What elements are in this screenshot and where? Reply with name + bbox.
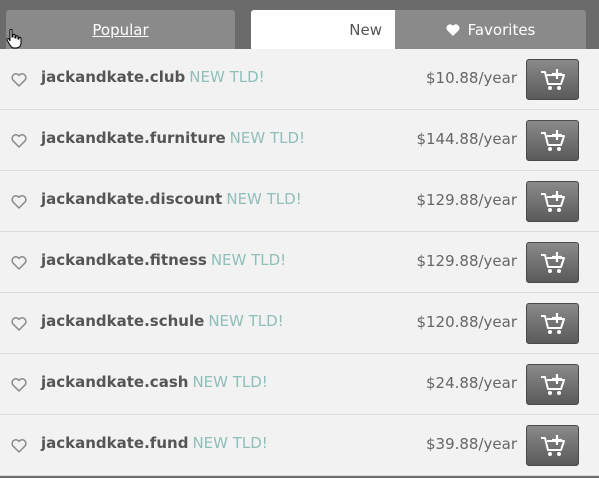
domain-name-text: jackandkate.fund NEW TLD! xyxy=(41,434,268,452)
domain-price: $120.88/year xyxy=(416,313,517,331)
domain-price: $24.88/year xyxy=(425,374,517,392)
add-to-cart-button[interactable] xyxy=(526,425,579,466)
domain-name: jackandkate.schule xyxy=(41,312,205,330)
tab-new-label: New xyxy=(349,20,382,39)
add-to-cart-icon xyxy=(540,251,565,273)
tab-popular-label: Popular xyxy=(92,20,149,39)
domain-name: jackandkate.fund xyxy=(41,434,189,452)
heart-outline-icon[interactable] xyxy=(11,378,27,392)
heart-outline-icon[interactable] xyxy=(11,439,27,453)
domain-row: jackandkate.discount NEW TLD! $129.88/yea… xyxy=(0,171,599,232)
domain-name: jackandkate.fitness xyxy=(41,251,207,269)
add-to-cart-button[interactable] xyxy=(526,242,579,283)
domain-price: $39.88/year xyxy=(425,435,517,453)
domain-row: jackandkate.fund NEW TLD! $39.88/year xyxy=(0,415,599,476)
domain-row: jackandkate.club NEW TLD! $10.88/year xyxy=(0,49,599,110)
tab-popular[interactable]: Popular xyxy=(6,10,235,49)
new-tld-tag: NEW TLD! xyxy=(208,312,284,330)
add-to-cart-button[interactable] xyxy=(526,181,579,222)
add-to-cart-icon xyxy=(540,129,565,151)
add-to-cart-icon xyxy=(540,190,565,212)
domain-row: jackandkate.fitness NEW TLD! $129.88/year xyxy=(0,232,599,293)
domain-name: jackandkate.discount xyxy=(41,190,223,208)
domain-price: $129.88/year xyxy=(416,252,517,270)
heart-outline-icon[interactable] xyxy=(11,73,27,87)
domain-row: jackandkate.furniture NEW TLD! $144.88/ye… xyxy=(0,110,599,171)
heart-icon xyxy=(446,23,460,36)
tab-favorites[interactable]: Favorites xyxy=(395,10,586,49)
new-tld-tag: NEW TLD! xyxy=(189,68,265,86)
domain-name-text: jackandkate.schule NEW TLD! xyxy=(41,312,284,330)
add-to-cart-icon xyxy=(540,312,565,334)
domain-row: jackandkate.schule NEW TLD! $120.88/year xyxy=(0,293,599,354)
add-to-cart-icon xyxy=(540,373,565,395)
domain-name-text: jackandkate.cash NEW TLD! xyxy=(41,373,268,391)
new-tld-tag: NEW TLD! xyxy=(226,190,302,208)
domain-name: jackandkate.furniture xyxy=(41,129,226,147)
heart-outline-icon[interactable] xyxy=(11,134,27,148)
domain-price: $129.88/year xyxy=(416,191,517,209)
domain-price: $10.88/year xyxy=(425,69,517,87)
tab-favorites-label: Favorites xyxy=(467,20,536,39)
domain-name-text: jackandkate.club NEW TLD! xyxy=(41,68,265,86)
domain-price: $144.88/year xyxy=(416,130,517,148)
new-tld-tag: NEW TLD! xyxy=(192,373,268,391)
domain-list: jackandkate.club NEW TLD! $10.88/year jac… xyxy=(0,49,599,476)
new-tld-tag: NEW TLD! xyxy=(229,129,306,147)
domain-name-text: jackandkate.discount NEW TLD! xyxy=(41,190,302,208)
add-to-cart-button[interactable] xyxy=(526,303,579,344)
domain-row: jackandkate.cash NEW TLD! $24.88/year xyxy=(0,354,599,415)
hand-pointer-icon xyxy=(6,29,22,49)
tab-new[interactable]: New xyxy=(251,10,395,49)
new-tld-tag: NEW TLD! xyxy=(192,434,268,452)
heart-outline-icon[interactable] xyxy=(11,195,27,209)
domain-name-text: jackandkate.fitness NEW TLD! xyxy=(41,251,286,269)
add-to-cart-button[interactable] xyxy=(526,59,579,100)
domain-name: jackandkate.club xyxy=(41,68,186,86)
add-to-cart-button[interactable] xyxy=(526,120,579,161)
heart-outline-icon[interactable] xyxy=(11,317,27,331)
domain-name-text: jackandkate.furniture NEW TLD! xyxy=(41,129,305,147)
add-to-cart-button[interactable] xyxy=(526,364,579,405)
heart-outline-icon[interactable] xyxy=(11,256,27,270)
add-to-cart-icon xyxy=(540,68,565,90)
domain-name: jackandkate.cash xyxy=(41,373,189,391)
tab-bar: Popular New Favorites xyxy=(0,0,599,49)
new-tld-tag: NEW TLD! xyxy=(210,251,287,269)
add-to-cart-icon xyxy=(540,434,565,456)
